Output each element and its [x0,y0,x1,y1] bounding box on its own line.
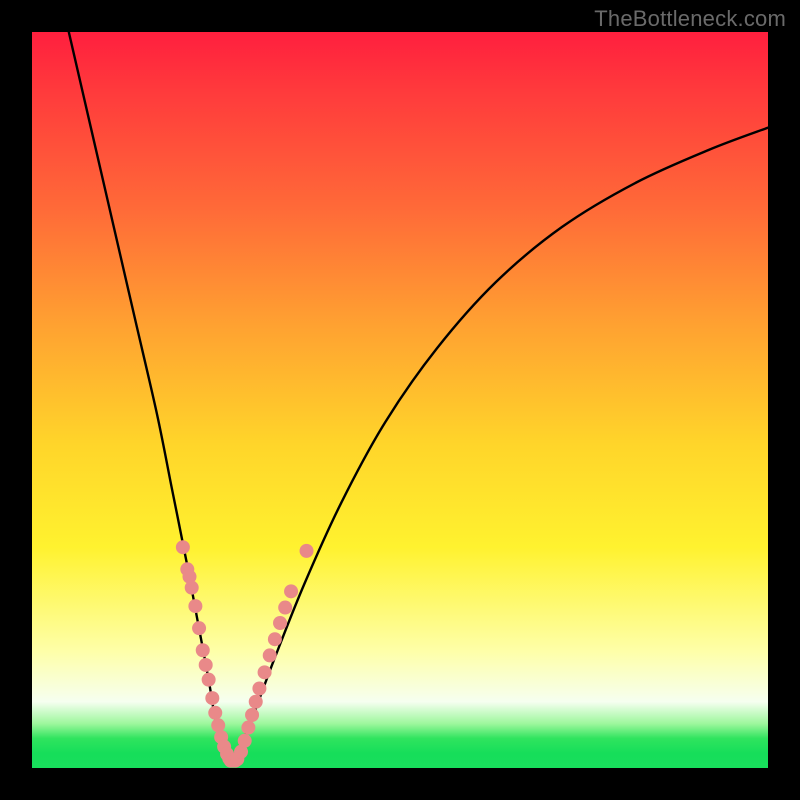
scatter-dot [192,621,206,635]
scatter-dot [202,673,216,687]
scatter-dot [263,648,277,662]
scatter-dot [185,581,199,595]
scatter-dot [196,643,210,657]
bottleneck-curve [69,32,768,764]
scatter-dot [268,632,282,646]
watermark-text: TheBottleneck.com [594,6,786,32]
scatter-dot [245,708,259,722]
scatter-dot [249,695,263,709]
scatter-dot [252,682,266,696]
scatter-dot [258,665,272,679]
scatter-dot [241,721,255,735]
curve-layer [69,32,768,764]
scatter-dot [208,706,222,720]
scatter-dot [211,718,225,732]
scatter-dot [278,601,292,615]
scatter-dot [284,584,298,598]
chart-frame: TheBottleneck.com [0,0,800,800]
scatter-dot [176,540,190,554]
scatter-dot [188,599,202,613]
scatter-dot [273,616,287,630]
scatter-dot [300,544,314,558]
plot-area [32,32,768,768]
scatter-dot [205,691,219,705]
scatter-dots [176,540,314,767]
scatter-dot [199,658,213,672]
chart-svg [32,32,768,768]
scatter-dot [238,734,252,748]
